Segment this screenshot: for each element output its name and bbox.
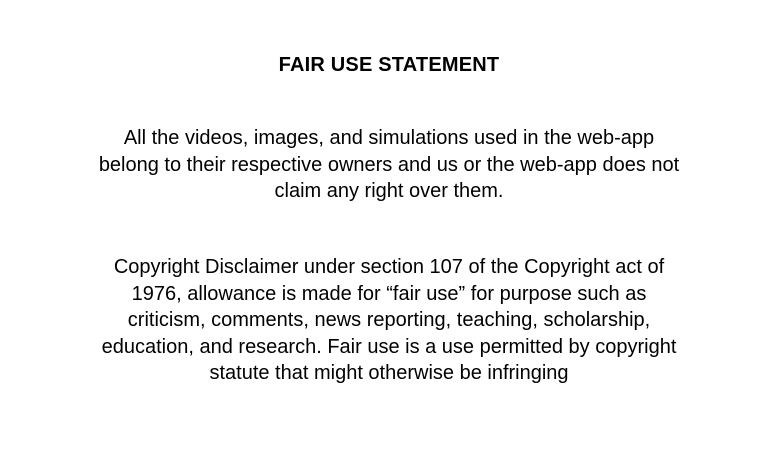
page-title: FAIR USE STATEMENT [278,54,500,76]
paragraph-line: All the videos, images, and simulations … [123,127,655,149]
fair-use-page: FAIR USE STATEMENT All the videos, image… [0,0,778,476]
paragraph-line: claim any right over them. [274,180,504,202]
paragraph-line: belong to their respective owners and us… [98,153,680,176]
ownership-paragraph: All the videos, images, and simulations … [99,125,679,205]
paragraph-line: Copyright Disclaimer under section 107 o… [113,256,665,278]
paragraph-line: statute that might otherwise be infringi… [209,362,569,384]
copyright-disclaimer-paragraph: Copyright Disclaimer under section 107 o… [102,254,677,387]
paragraph-line: 1976, allowance is made for “fair use” f… [131,282,647,305]
paragraph-line: criticism, comments, news reporting, tea… [127,309,651,331]
paragraph-line: education, and research. Fair use is a u… [101,335,677,358]
